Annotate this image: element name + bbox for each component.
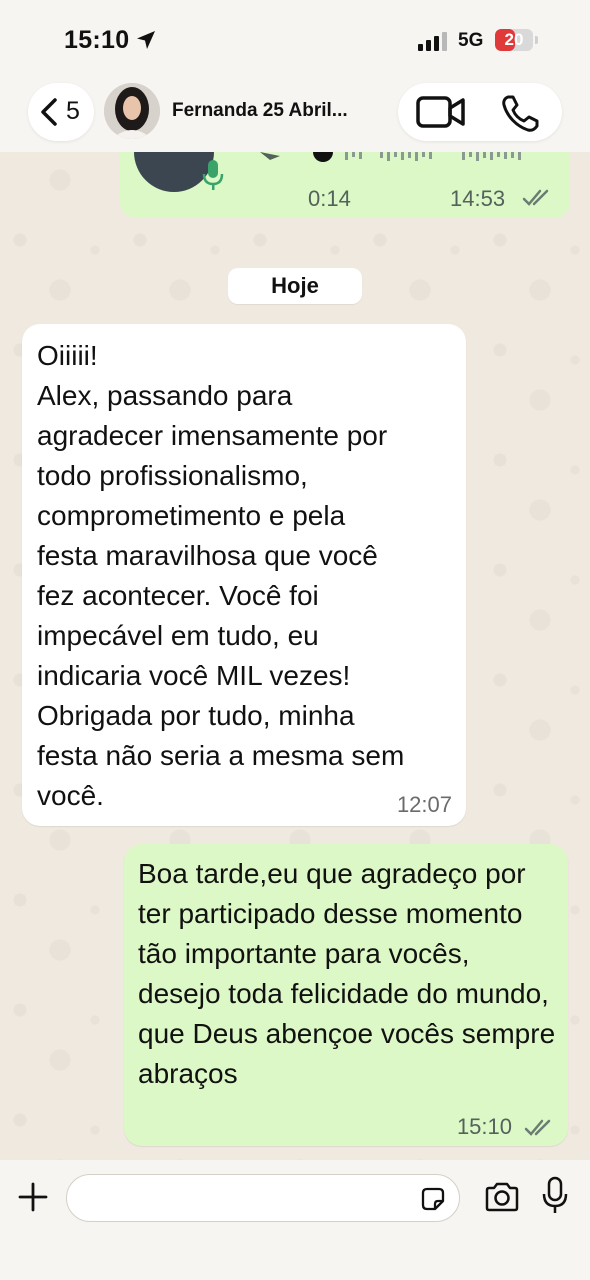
- video-call-icon[interactable]: [416, 95, 466, 129]
- message-input[interactable]: [83, 1183, 413, 1213]
- battery-percent: 20: [504, 30, 524, 49]
- status-bar: 15:10 5G 20: [0, 0, 590, 80]
- message-time: 12:07: [396, 792, 452, 817]
- incoming-message[interactable]: Oiiiii! Alex, passando para agradecer im…: [22, 324, 466, 826]
- status-time: 15:10: [64, 26, 130, 54]
- contact-name[interactable]: Fernanda 25 Abril...: [172, 100, 377, 122]
- avatar-photo: [104, 83, 160, 139]
- microphone-icon: [202, 160, 224, 190]
- camera-icon[interactable]: [484, 1182, 520, 1212]
- outgoing-message[interactable]: Boa tarde,eu que agradeço por ter partic…: [124, 844, 568, 1146]
- message-time: 14:53: [450, 186, 506, 211]
- phone-icon[interactable]: [500, 94, 540, 134]
- sticker-icon[interactable]: [419, 1185, 447, 1213]
- battery-icon: 20: [495, 29, 539, 51]
- double-check-icon: [524, 1119, 551, 1136]
- audio-duration: 0:14: [308, 186, 351, 211]
- back-button[interactable]: 5: [28, 83, 94, 141]
- location-arrow-icon: [137, 31, 155, 49]
- network-type: 5G: [458, 30, 484, 51]
- message-text: Oiiiii! Alex, passando para agradecer im…: [37, 340, 405, 811]
- date-separator: Hoje: [228, 268, 362, 304]
- message-time: 15:10: [456, 1114, 512, 1139]
- plus-icon[interactable]: [18, 1182, 48, 1212]
- microphone-icon[interactable]: [542, 1176, 568, 1216]
- double-check-icon: [522, 189, 549, 206]
- message-input-field[interactable]: [66, 1174, 460, 1222]
- audio-message[interactable]: 0:14 14:53: [120, 152, 570, 218]
- unread-count: 5: [66, 97, 80, 125]
- message-text: Boa tarde,eu que agradeço por ter partic…: [138, 858, 556, 1089]
- call-actions: [398, 83, 562, 141]
- composer-bar: [0, 1160, 590, 1280]
- contact-avatar[interactable]: [104, 83, 160, 139]
- audio-waveform[interactable]: [240, 152, 540, 162]
- cellular-signal-icon: [418, 32, 447, 51]
- chat-header: 5 Fernanda 25 Abril...: [0, 80, 590, 152]
- chevron-left-icon: [41, 98, 57, 126]
